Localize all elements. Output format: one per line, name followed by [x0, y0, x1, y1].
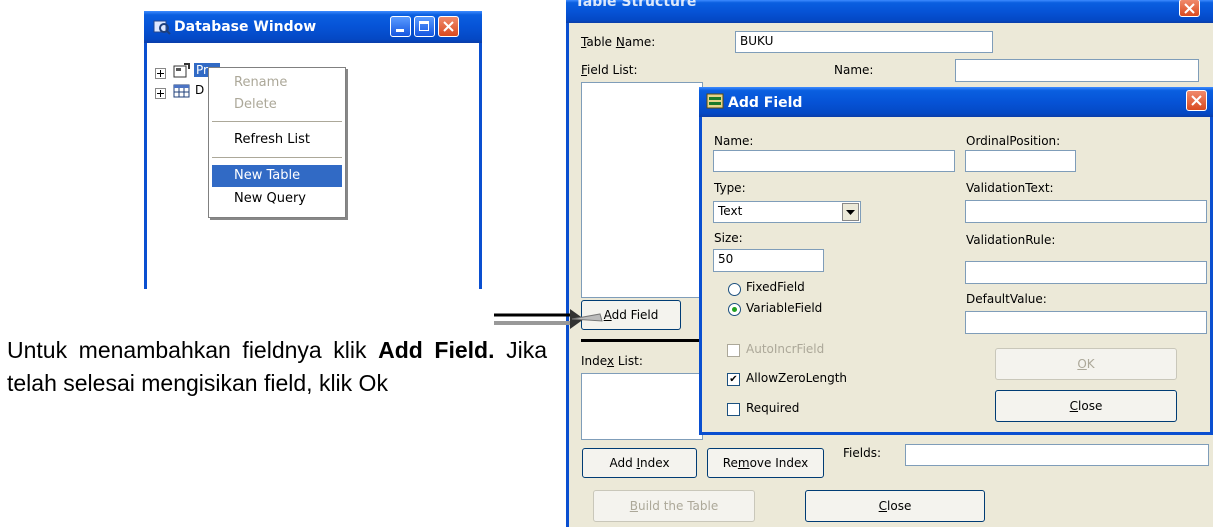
- fixed-field-radio[interactable]: [728, 283, 741, 296]
- ordinal-position-label: OrdinalPosition:: [966, 134, 1061, 148]
- database-window-title: Database Window: [174, 19, 317, 35]
- minimize-icon: [396, 29, 404, 32]
- remove-index-button[interactable]: Remove Index: [707, 448, 824, 478]
- add-field-title: Add Field: [728, 95, 803, 111]
- name-input[interactable]: [955, 59, 1199, 82]
- field-list-label: Field List:: [581, 63, 638, 77]
- expand-icon[interactable]: [155, 88, 166, 99]
- type-select[interactable]: Text: [713, 201, 861, 223]
- menu-item-delete[interactable]: Delete: [212, 94, 342, 116]
- close-button[interactable]: Close: [805, 490, 985, 522]
- default-value-input[interactable]: [965, 311, 1207, 334]
- name-label: Name:: [834, 63, 874, 77]
- menu-separator: [212, 121, 342, 122]
- dropdown-button[interactable]: [842, 203, 859, 221]
- ordinal-position-input[interactable]: [965, 150, 1076, 172]
- fixed-field-label: FixedField: [746, 280, 805, 294]
- database-window-titlebar[interactable]: Database Window: [144, 11, 482, 43]
- table-name-input[interactable]: BUKU: [735, 31, 993, 53]
- allow-zero-length-checkbox[interactable]: ✔: [727, 373, 740, 386]
- annotation-arrow: [494, 309, 603, 329]
- app-icon: [706, 93, 724, 109]
- properties-icon: [173, 63, 190, 78]
- chevron-down-icon: [846, 210, 855, 215]
- add-field-titlebar[interactable]: Add Field: [699, 87, 1213, 117]
- fields-label: Fields:: [843, 446, 881, 460]
- size-input[interactable]: 50: [713, 249, 824, 272]
- close-button[interactable]: [1186, 90, 1207, 111]
- variable-field-radio[interactable]: [728, 303, 741, 316]
- autoincr-label: AutoIncrField: [746, 342, 825, 356]
- add-index-button[interactable]: Add Index: [582, 448, 697, 478]
- validation-text-input[interactable]: [965, 200, 1207, 223]
- validation-rule-label: ValidationRule:: [966, 233, 1056, 247]
- instruction-text-bold: Add Field.: [378, 337, 495, 363]
- menu-item-refresh-list[interactable]: Refresh List: [212, 129, 342, 151]
- close-icon: [1191, 95, 1202, 106]
- validation-text-label: ValidationText:: [966, 181, 1054, 195]
- table-structure-title: Table Structure: [575, 0, 697, 10]
- instruction-text: Untuk menambahkan fieldnya klik Add Fiel…: [7, 334, 547, 400]
- divider: [581, 339, 711, 342]
- field-list[interactable]: [581, 82, 703, 298]
- instruction-text-part1: Untuk menambahkan fieldnya klik: [7, 337, 379, 363]
- table-name-label: Table Name:: [581, 35, 656, 49]
- tree-item-data[interactable]: D: [195, 83, 204, 97]
- allow-zero-length-label: AllowZeroLength: [746, 371, 848, 385]
- index-list-label: Index List:: [581, 354, 643, 368]
- menu-item-new-query[interactable]: New Query: [212, 188, 342, 210]
- autoincr-checkbox[interactable]: [727, 344, 740, 357]
- table-structure-titlebar[interactable]: Table Structure: [566, 0, 1213, 23]
- maximize-button[interactable]: [414, 16, 435, 37]
- database-window-icon: [153, 20, 171, 35]
- ok-button[interactable]: OK: [995, 348, 1177, 380]
- context-menu: Rename Delete Refresh List New Table New…: [208, 67, 346, 218]
- close-button[interactable]: Close: [995, 390, 1177, 422]
- menu-separator: [212, 157, 342, 158]
- field-name-input[interactable]: [713, 150, 955, 172]
- index-list[interactable]: [581, 373, 703, 440]
- close-icon: [443, 21, 454, 32]
- variable-field-label: VariableField: [746, 301, 823, 315]
- required-label: Required: [746, 401, 800, 415]
- fields-input[interactable]: [905, 444, 1209, 466]
- minimize-button[interactable]: [390, 16, 411, 37]
- menu-item-new-table[interactable]: New Table: [212, 165, 342, 187]
- close-button[interactable]: [1179, 0, 1200, 17]
- build-table-button[interactable]: Build the Table: [593, 490, 755, 522]
- type-label: Type:: [714, 181, 746, 195]
- add-field-dialog: Add Field Name: Type: Text Size: 50 Fixe…: [699, 87, 1213, 435]
- maximize-icon: [419, 21, 429, 31]
- required-checkbox[interactable]: [727, 403, 740, 416]
- type-select-value: Text: [718, 204, 743, 218]
- close-icon: [1184, 3, 1195, 14]
- field-name-label: Name:: [714, 134, 754, 148]
- default-value-label: DefaultValue:: [966, 292, 1047, 306]
- size-label: Size:: [714, 231, 743, 245]
- menu-item-rename[interactable]: Rename: [212, 72, 342, 94]
- expand-icon[interactable]: [155, 68, 166, 79]
- validation-rule-input[interactable]: [965, 261, 1207, 284]
- close-button[interactable]: [438, 16, 459, 37]
- table-icon: [173, 84, 190, 98]
